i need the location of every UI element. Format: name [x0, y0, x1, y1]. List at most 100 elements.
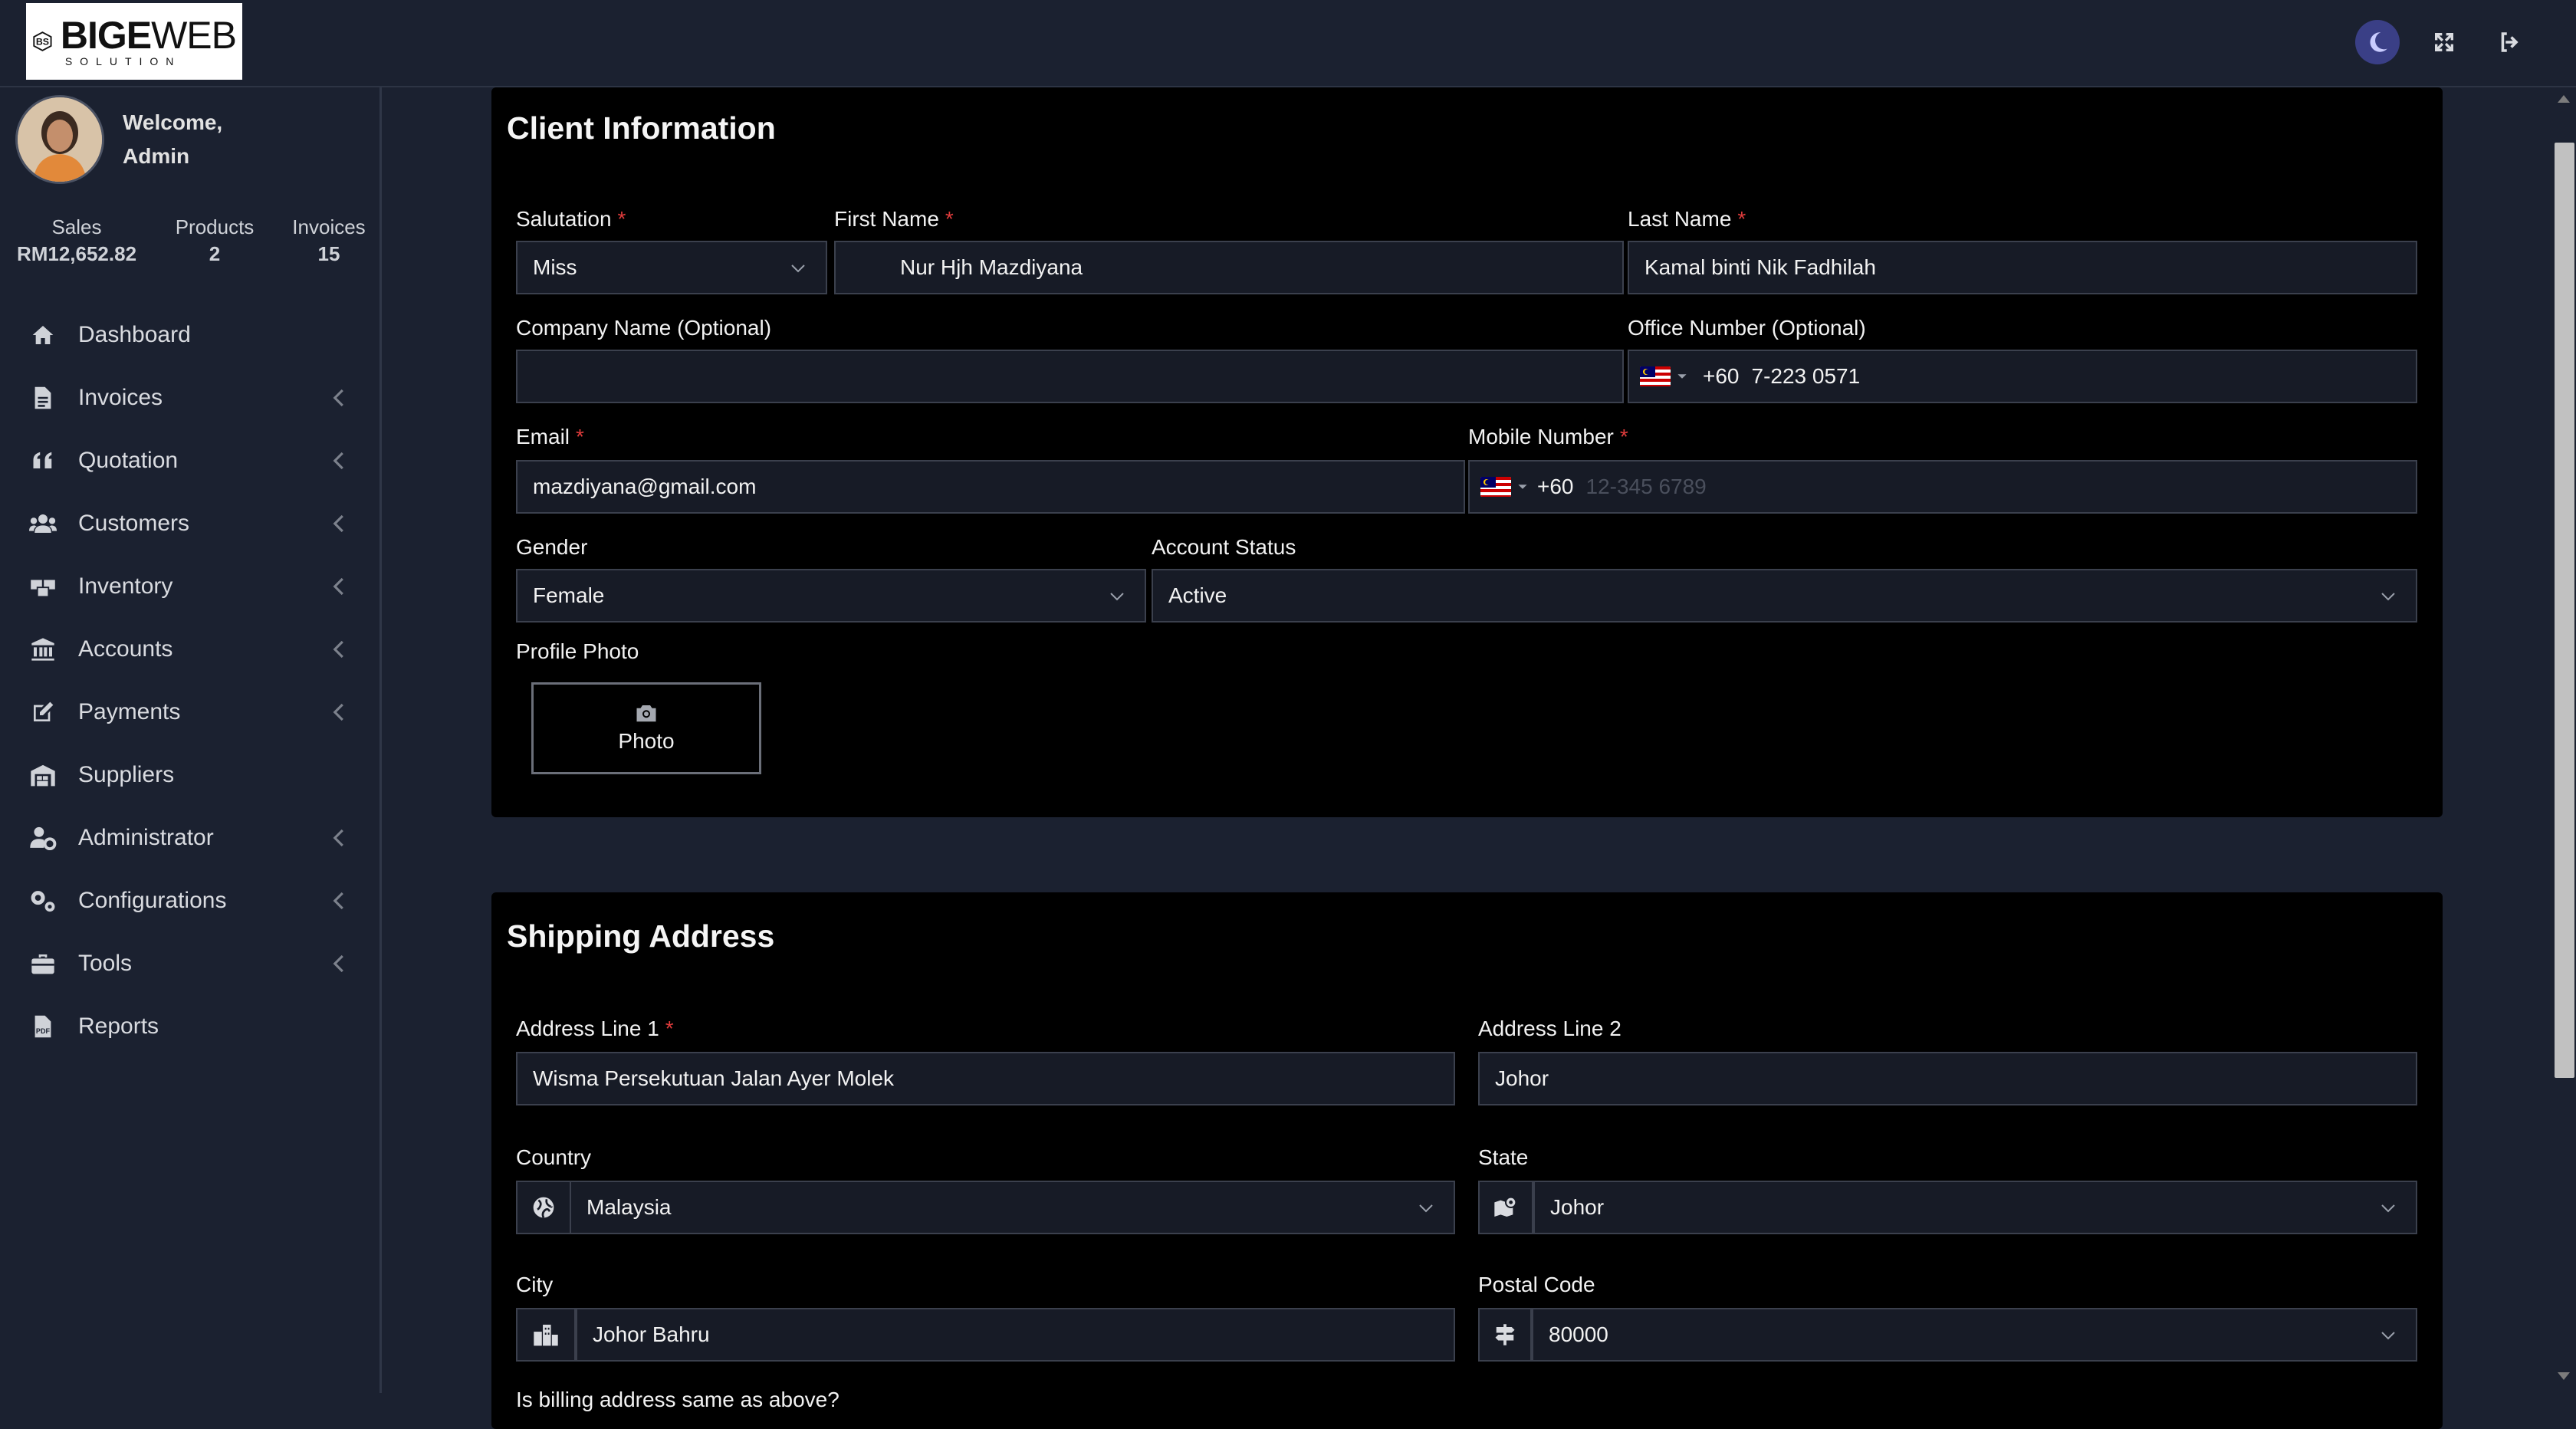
avatar[interactable] [15, 95, 104, 184]
profile-photo-upload-button[interactable]: Photo [531, 682, 761, 774]
email-value: mazdiyana@gmail.com [533, 475, 757, 498]
label-text: Address Line 1 [516, 1017, 659, 1040]
chevron-left-icon [333, 514, 343, 533]
gender-label: Gender [516, 535, 588, 559]
gender-value: Female [533, 583, 605, 607]
stats-bar: Sales RM12,652.82 Products 2 Invoices 15 [0, 215, 382, 268]
sidebar-item-payments[interactable]: Payments [0, 681, 382, 744]
stat-value: RM12,652.82 [16, 242, 137, 265]
top-bar: BS BIGEWEB SOLUTION [0, 0, 2576, 87]
sidebar-item-inventory[interactable]: Inventory [0, 555, 382, 618]
last-name-field[interactable]: Kamal binti Nik Fadhilah [1628, 241, 2417, 294]
address-line-2-label: Address Line 2 [1478, 1017, 1622, 1040]
state-select[interactable]: Johor [1533, 1181, 2417, 1234]
email-label: Email * [516, 425, 584, 448]
gender-select[interactable]: Female [516, 569, 1146, 623]
first-name-field[interactable]: Nur Hjh Mazdiyana [834, 241, 1624, 294]
fullscreen-button[interactable] [2423, 21, 2466, 64]
sidebar-item-configurations[interactable]: Configurations [0, 869, 382, 932]
salutation-label: Salutation * [516, 207, 626, 231]
address-line-1-label: Address Line 1 * [516, 1017, 674, 1040]
file-icon [29, 384, 57, 412]
chevron-left-icon [333, 703, 343, 721]
sidebar-item-accounts[interactable]: Accounts [0, 618, 382, 681]
sidebar-item-administrator[interactable]: Administrator [0, 806, 382, 869]
stat-label: Sales [51, 215, 102, 238]
svg-text:BS: BS [36, 36, 49, 47]
chevron-left-icon [333, 640, 343, 659]
account-status-select[interactable]: Active [1152, 569, 2417, 623]
fullscreen-icon [2435, 33, 2453, 51]
scroll-down-arrow-icon[interactable] [2558, 1372, 2570, 1380]
dark-mode-toggle[interactable] [2355, 20, 2400, 64]
address-line-1-field[interactable]: Wisma Persekutuan Jalan Ayer Molek [516, 1052, 1455, 1105]
label-text: Last Name [1628, 207, 1732, 231]
sidebar-item-invoices[interactable]: Invoices [0, 366, 382, 429]
welcome-user: Admin [123, 144, 190, 168]
country-label: Country [516, 1145, 592, 1169]
salutation-select[interactable]: Miss [516, 241, 827, 294]
sidebar-item-reports[interactable]: PDF Reports [0, 995, 382, 1058]
office-dial-code: +60 [1703, 364, 1740, 388]
photo-button-label: Photo [618, 729, 675, 753]
profile-photo-label: Profile Photo [516, 639, 639, 663]
salutation-value: Miss [533, 255, 577, 279]
first-name-value: Nur Hjh Mazdiyana [900, 255, 1083, 279]
map-marked-icon [1494, 1196, 1517, 1217]
country-addon [516, 1181, 571, 1234]
account-status-label: Account Status [1152, 535, 1296, 559]
billing-same-question: Is billing address same as above? [516, 1388, 840, 1411]
address-line-2-value: Johor [1495, 1066, 1549, 1090]
email-field[interactable]: mazdiyana@gmail.com [516, 460, 1465, 514]
sidebar-item-label: Reports [78, 1013, 159, 1039]
users-icon [29, 510, 57, 537]
sidebar-item-dashboard[interactable]: Dashboard [0, 304, 382, 366]
edit-icon [29, 698, 57, 726]
sidebar-item-quotation[interactable]: Quotation [0, 429, 382, 492]
brand-logo[interactable]: BS BIGEWEB SOLUTION [26, 3, 242, 80]
city-field[interactable]: Johor Bahru [576, 1308, 1455, 1362]
city-icon [534, 1324, 558, 1346]
home-icon [29, 321, 57, 349]
state-label: State [1478, 1145, 1529, 1169]
postal-code-select[interactable]: 80000 [1532, 1308, 2417, 1362]
company-field[interactable] [516, 350, 1624, 403]
chevron-left-icon [333, 829, 343, 847]
address-line-1-value: Wisma Persekutuan Jalan Ayer Molek [533, 1066, 895, 1090]
quote-icon [29, 447, 57, 475]
chevron-left-icon [333, 452, 343, 470]
sidebar-item-tools[interactable]: Tools [0, 932, 382, 995]
sidebar-item-label: Payments [78, 699, 181, 724]
sidebar-item-label: Inventory [78, 573, 173, 599]
mobile-number-field[interactable]: +60 12-345 6789 [1468, 460, 2417, 514]
stat-value: 15 [317, 242, 340, 265]
scrollbar-thumb[interactable] [2555, 143, 2574, 1078]
stat-label: Invoices [292, 215, 366, 238]
caret-down-icon [1518, 485, 1527, 489]
sidebar-item-label: Accounts [78, 636, 173, 662]
chevron-down-icon [2381, 1204, 2395, 1213]
sidebar-item-label: Quotation [78, 448, 179, 473]
office-number-field[interactable]: +60 7-223 0571 [1628, 350, 2417, 403]
sidebar-item-label: Customers [78, 511, 190, 536]
city-value: Johor Bahru [593, 1322, 710, 1346]
scroll-up-arrow-icon[interactable] [2558, 95, 2570, 103]
sidebar-item-customers[interactable]: Customers [0, 492, 382, 555]
sidebar-item-suppliers[interactable]: Suppliers [0, 744, 382, 806]
mobile-dial-code: +60 [1537, 475, 1574, 498]
cogs-icon [29, 887, 57, 915]
malaysia-flag-icon [1640, 366, 1671, 386]
bank-icon [29, 636, 57, 663]
malaysia-flag-icon [1480, 477, 1511, 497]
city-addon [516, 1308, 576, 1362]
shipping-address-title: Shipping Address [507, 918, 775, 954]
last-name-label: Last Name * [1628, 207, 1746, 231]
country-select[interactable]: Malaysia [570, 1181, 1455, 1234]
logout-button[interactable] [2489, 21, 2532, 64]
country-value: Malaysia [586, 1195, 672, 1219]
sidebar-menu: Dashboard Invoices Quotation Customers I… [0, 304, 382, 1058]
address-line-2-field[interactable]: Johor [1478, 1052, 2417, 1105]
moon-icon [2370, 32, 2387, 52]
welcome-line: Welcome, [123, 110, 223, 134]
sidebar-item-label: Invoices [78, 385, 163, 410]
